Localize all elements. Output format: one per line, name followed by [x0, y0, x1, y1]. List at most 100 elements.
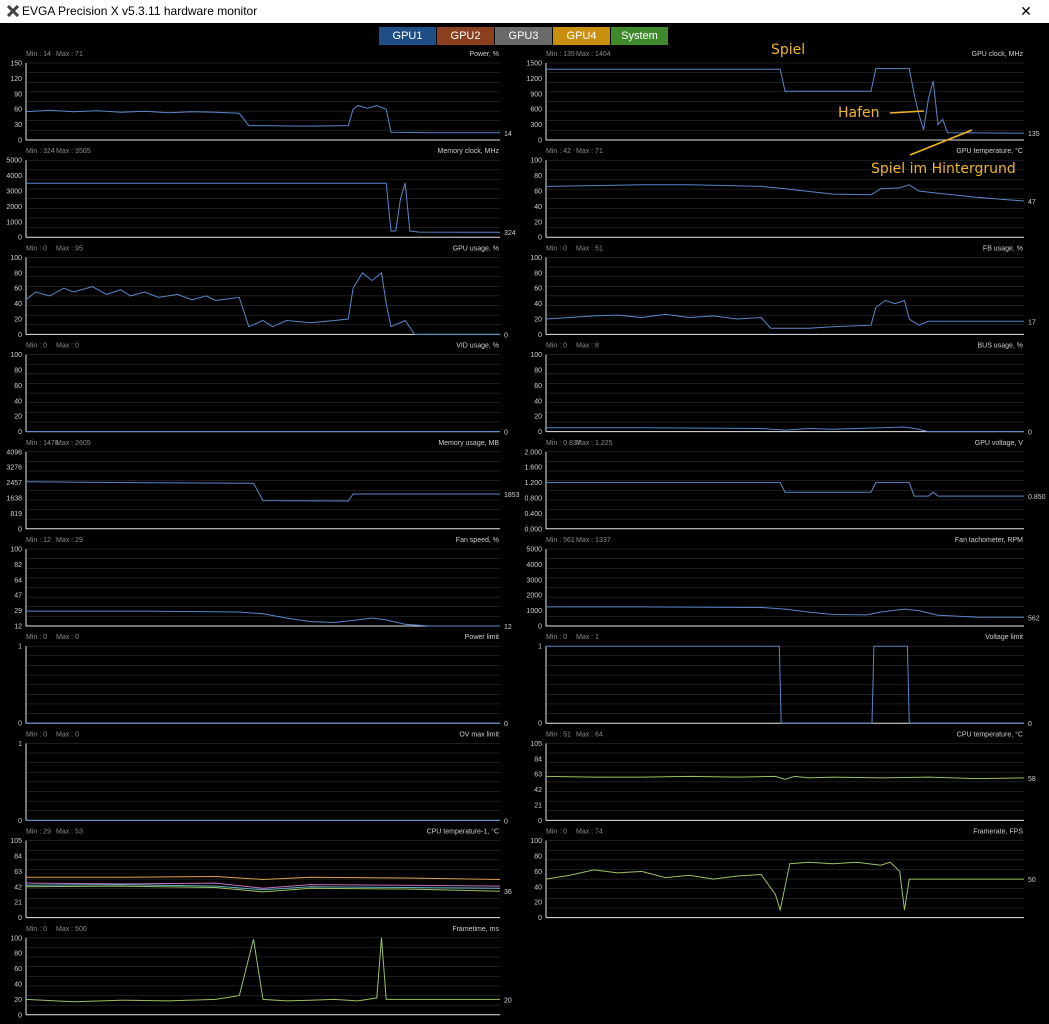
fan-tachometer-rpm-max-label: Max : 1337	[576, 537, 611, 544]
ov-max-limit-min-label: Min : 0	[26, 731, 47, 738]
gpu-voltage-v-tick-label: 2.000	[524, 449, 542, 456]
vid-usage-tick-label: 100	[10, 352, 22, 359]
memory-usage-mb-max-label: Max : 2605	[56, 440, 91, 447]
gpu-voltage-v-tick-label: 0.400	[524, 511, 542, 518]
fan-tachometer-rpm-title: Fan tachometer, RPM	[955, 537, 1023, 544]
memory-clock-mhz-series-line	[26, 182, 501, 233]
cpu-temperature-1-c-tick-label: 105	[10, 838, 22, 845]
gpu-temperature-c-max-label: Max : 71	[576, 148, 603, 155]
memory-clock-mhz-title: Memory clock, MHz	[438, 148, 500, 155]
cpu-temperature-c-tick-label: 105	[530, 741, 542, 748]
gpu-temperature-c-tick-label: 40	[534, 204, 542, 211]
fb-usage-tick-label: 0	[538, 332, 542, 339]
fb-usage-series-line	[545, 299, 1024, 329]
frametime-ms-title: Frametime, ms	[452, 926, 499, 933]
gpu-voltage-v-tick-label: 1.200	[524, 480, 542, 487]
cpu-temperature-c-title: CPU temperature, °C	[957, 730, 1023, 738]
framerate-fps-tick-label: 20	[534, 900, 542, 907]
fan-speed-current-value: 12	[504, 624, 512, 631]
vid-usage-current-value: 0	[504, 430, 508, 437]
cpu-temperature-1-c-tick-label: 42	[14, 884, 22, 891]
vid-usage-max-label: Max : 0	[56, 343, 79, 350]
annotation-background: Spiel im Hintergrund	[871, 161, 1016, 177]
fb-usage-min-label: Min : 0	[546, 245, 567, 252]
memory-usage-mb-tick-label: 4096	[6, 449, 22, 456]
memory-usage-mb-tick-label: 2457	[6, 480, 22, 487]
fan-speed-tick-label: 100	[10, 547, 22, 554]
fan-tachometer-rpm-tick-label: 5000	[526, 547, 542, 554]
fan-tachometer-rpm-tick-label: 0	[538, 624, 542, 631]
voltage-limit-current-value: 0	[1028, 721, 1032, 728]
fan-tachometer-rpm-current-value: 562	[1028, 615, 1040, 622]
fan-speed-tick-label: 29	[14, 608, 22, 615]
hardware-monitor-graphs: Min : 14 Max : 71 Power, %150120906030014M…	[6, 51, 1046, 1019]
voltage-limit-tick-label: 1	[538, 644, 542, 651]
gpu-clock-mhz-tick-label: 300	[530, 122, 542, 129]
gpu-usage-title: GPU usage, %	[453, 245, 499, 252]
power-tick-label: 150	[10, 61, 22, 68]
fan-tachometer-rpm-tick-label: 4000	[526, 562, 542, 569]
framerate-fps-min-label: Min : 0	[546, 829, 567, 836]
bus-usage-tick-label: 40	[534, 398, 542, 405]
fan-speed-tick-label: 47	[14, 593, 22, 600]
fb-usage-title: FB usage, %	[983, 245, 1023, 252]
fb-usage-current-value: 17	[1028, 319, 1036, 326]
fan-tachometer-rpm-tick-label: 1000	[526, 608, 542, 615]
gpu-temperature-c-title: GPU temperature, °C	[956, 147, 1023, 155]
gpu-temperature-c-tick-label: 80	[534, 173, 542, 180]
gpu-clock-mhz-min-label: Min : 135	[546, 51, 575, 58]
fan-speed-tick-label: 82	[14, 562, 22, 569]
fan-speed-tick-label: 12	[14, 624, 22, 631]
power-limit-tick-label: 1	[18, 644, 22, 651]
gpu-voltage-v-current-value: 0.850	[1028, 494, 1046, 501]
gpu-usage-tick-label: 60	[14, 286, 22, 293]
power-limit-tick-label: 0	[18, 721, 22, 728]
ov-max-limit-title: OV max limit	[459, 731, 499, 738]
vid-usage-tick-label: 0	[18, 429, 22, 436]
power-tick-label: 30	[14, 122, 22, 129]
ov-max-limit-tick-label: 1	[18, 741, 22, 748]
gpu-usage-tick-label: 20	[14, 317, 22, 324]
bus-usage-series-line	[546, 426, 1024, 433]
gpu-clock-mhz-max-label: Max : 1404	[576, 51, 611, 58]
power-limit-current-value: 0	[504, 721, 508, 728]
frametime-ms-tick-label: 40	[14, 982, 22, 989]
frametime-ms-tick-label: 20	[14, 997, 22, 1004]
memory-clock-mhz-min-label: Min : 324	[26, 148, 55, 155]
cpu-temperature-1-c-series-line	[25, 885, 501, 893]
bus-usage-title: BUS usage, %	[977, 343, 1023, 350]
power-tick-label: 0	[18, 138, 22, 145]
cpu-temperature-c-series-line	[545, 775, 1025, 780]
power-tick-label: 90	[14, 91, 22, 98]
cpu-temperature-1-c-tick-label: 84	[14, 854, 22, 861]
gpu-usage-series-line	[25, 271, 500, 335]
framerate-fps-tick-label: 80	[534, 854, 542, 861]
gpu-clock-mhz-tick-label: 600	[530, 107, 542, 114]
power-current-value: 14	[504, 131, 512, 138]
bus-usage-min-label: Min : 0	[546, 343, 567, 350]
gpu-temperature-c-tick-label: 60	[534, 189, 542, 196]
fb-usage-tick-label: 40	[534, 301, 542, 308]
memory-clock-mhz-tick-label: 1000	[6, 219, 22, 226]
gpu-voltage-v-max-label: Max : 1.225	[576, 440, 613, 447]
cpu-temperature-c-max-label: Max : 64	[576, 731, 603, 738]
framerate-fps-tick-label: 100	[530, 838, 542, 845]
gpu-clock-mhz-current-value: 135	[1028, 131, 1040, 138]
vid-usage-tick-label: 20	[14, 414, 22, 421]
framerate-fps-tick-label: 60	[534, 869, 542, 876]
gpu-temperature-c-min-label: Min : 42	[546, 148, 571, 155]
cpu-temperature-1-c-tick-label: 0	[18, 915, 22, 922]
bus-usage-tick-label: 80	[534, 368, 542, 375]
frametime-ms-max-label: Max : 500	[56, 926, 87, 933]
memory-usage-mb-current-value: 1853	[504, 492, 520, 499]
fb-usage-tick-label: 60	[534, 286, 542, 293]
gpu-usage-tick-label: 100	[10, 255, 22, 262]
gpu-usage-tick-label: 80	[14, 270, 22, 277]
gpu-temperature-c-current-value: 47	[1028, 199, 1036, 206]
gpu-voltage-v-title: GPU voltage, V	[975, 440, 1024, 447]
cpu-temperature-c-tick-label: 0	[538, 818, 542, 825]
fan-tachometer-rpm-min-label: Min : 561	[546, 537, 575, 544]
memory-clock-mhz-tick-label: 5000	[6, 158, 22, 165]
memory-clock-mhz-tick-label: 4000	[6, 173, 22, 180]
bus-usage-tick-label: 100	[530, 352, 542, 359]
